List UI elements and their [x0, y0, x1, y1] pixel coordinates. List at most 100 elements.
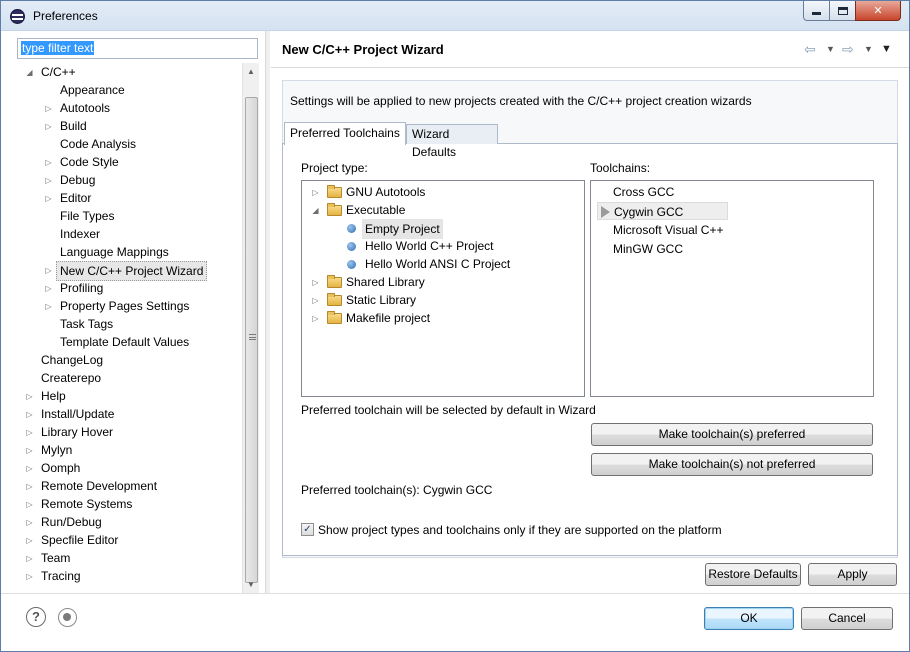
toolchain-label: Cygwin GCC	[614, 205, 684, 219]
project-template-icon	[347, 260, 356, 269]
project-type-label: Hello World C++ Project	[365, 239, 494, 253]
collapsed-icon[interactable]: ▷	[25, 536, 34, 545]
tree-item-label: Profiling	[60, 281, 104, 295]
project-template-icon	[347, 224, 356, 233]
collapsed-icon[interactable]: ▷	[25, 392, 34, 401]
panel-sash[interactable]	[265, 31, 270, 593]
back-dropdown-icon[interactable]: ▼	[826, 40, 835, 58]
page-navigation: ⇦ ▼ ⇨ ▼ ▼	[801, 40, 901, 58]
tree-item-label: New C/C++ Project Wizard	[56, 261, 208, 281]
maximize-button[interactable]	[829, 1, 856, 21]
tree-item-label: Run/Debug	[41, 515, 102, 529]
project-type-label: Executable	[346, 203, 406, 217]
project-type-label: Makefile project	[346, 311, 431, 325]
project-type-label: Empty Project	[362, 219, 443, 239]
collapsed-icon[interactable]: ▷	[25, 554, 34, 563]
tree-item-label: C/C++	[41, 65, 76, 79]
toolchain-label: Cross GCC	[613, 185, 675, 199]
collapsed-icon[interactable]: ▷	[44, 176, 53, 185]
tree-item-label: Oomph	[41, 461, 81, 475]
apply-button[interactable]: Apply	[808, 563, 897, 586]
project-template-icon	[347, 242, 356, 251]
preferred-status: Preferred toolchain(s): Cygwin GCC	[301, 483, 493, 497]
make-not-preferred-button[interactable]: Make toolchain(s) not preferred	[591, 453, 873, 476]
cancel-button[interactable]: Cancel	[801, 607, 893, 630]
tree-item-label: Library Hover	[41, 425, 114, 439]
toolchain-item[interactable]: Cygwin GCC	[597, 202, 728, 220]
make-preferred-button[interactable]: Make toolchain(s) preferred	[591, 423, 873, 446]
help-icon[interactable]: ?	[26, 607, 46, 627]
checkmark-icon: ✓	[303, 524, 312, 535]
tree-scrollbar[interactable]: ▲ ▼	[242, 63, 259, 593]
collapsed-icon[interactable]: ▷	[311, 278, 320, 287]
collapsed-icon[interactable]: ▷	[311, 296, 320, 305]
toolchain-item[interactable]: MinGW GCC	[613, 240, 683, 258]
tree-item-label: Language Mappings	[60, 245, 169, 259]
tree-item-label: Indexer	[60, 227, 101, 241]
tree-item-label: Code Analysis	[60, 137, 137, 151]
back-arrow-icon[interactable]: ⇦	[804, 40, 816, 58]
collapsed-icon[interactable]: ▷	[25, 410, 34, 419]
collapsed-icon[interactable]: ▷	[44, 104, 53, 113]
project-type-tree[interactable]: ▷ GNU Autotools ◢ Executable Empty Project He…	[301, 180, 585, 397]
toolchains-list[interactable]: Cross GCC Cygwin GCC Microsoft Visual C++ M…	[590, 180, 874, 397]
view-menu-icon[interactable]: ▼	[881, 40, 892, 58]
collapsed-icon[interactable]: ▷	[44, 284, 53, 293]
minimize-button[interactable]	[803, 1, 830, 21]
project-type-label: Project type:	[301, 161, 368, 175]
tree-item-label: Team	[41, 551, 71, 565]
collapsed-icon[interactable]: ▷	[311, 188, 320, 197]
toolchains-label: Toolchains:	[590, 161, 651, 175]
preferences-window: Preferences ✕ type filter text ◢ C/C++ App…	[0, 0, 910, 652]
toolchain-label: MinGW GCC	[613, 242, 683, 256]
preferences-tree: ◢ C/C++ Appearance ▷ Autotools ▷ Build Code Ana…	[17, 63, 258, 593]
scroll-up-icon[interactable]: ▲	[243, 63, 259, 79]
tree-item-label: Editor	[60, 191, 92, 205]
collapsed-icon[interactable]: ▷	[25, 572, 34, 581]
collapsed-icon[interactable]: ▷	[311, 314, 320, 323]
minimize-icon	[812, 12, 821, 15]
ok-button[interactable]: OK	[704, 607, 794, 630]
maximize-icon	[837, 6, 848, 15]
tree-item-label: Debug	[60, 173, 96, 187]
collapsed-icon[interactable]: ▷	[25, 464, 34, 473]
collapsed-icon[interactable]: ▷	[25, 482, 34, 491]
collapsed-icon[interactable]: ▷	[25, 500, 34, 509]
filter-input[interactable]: type filter text	[17, 38, 258, 59]
tree-item-label: Createrepo	[41, 371, 102, 385]
tree-item-label: Mylyn	[41, 443, 73, 457]
collapsed-icon[interactable]: ▷	[44, 194, 53, 203]
collapsed-icon[interactable]: ▷	[44, 158, 53, 167]
project-type-label: Shared Library	[346, 275, 425, 289]
toolchain-item[interactable]: Microsoft Visual C++	[613, 221, 724, 239]
scroll-thumb[interactable]	[245, 97, 258, 583]
expanded-icon[interactable]: ◢	[311, 206, 320, 215]
close-button[interactable]: ✕	[855, 1, 901, 21]
toolchain-item[interactable]: Cross GCC	[613, 183, 674, 201]
window-title: Preferences	[33, 9, 98, 23]
collapsed-icon[interactable]: ▷	[44, 266, 53, 275]
collapsed-icon[interactable]: ▷	[25, 518, 34, 527]
supported-only-label[interactable]: Show project types and toolchains only i…	[318, 523, 722, 537]
page-separator	[271, 67, 909, 68]
record-macro-icon[interactable]	[58, 608, 77, 627]
forward-dropdown-icon[interactable]: ▼	[864, 40, 873, 58]
tree-item-label: Build	[60, 119, 87, 133]
forward-arrow-icon[interactable]: ⇨	[842, 40, 854, 58]
collapsed-icon[interactable]: ▷	[44, 122, 53, 131]
collapsed-icon[interactable]: ▷	[25, 428, 34, 437]
eclipse-icon	[10, 9, 25, 24]
collapsed-icon[interactable]: ▷	[44, 302, 53, 311]
tree-item-label: Template Default Values	[60, 335, 190, 349]
tree-item-label: Help	[41, 389, 66, 403]
scroll-down-icon[interactable]: ▼	[243, 576, 259, 592]
expanded-icon[interactable]: ◢	[25, 68, 34, 77]
preferred-note: Preferred toolchain will be selected by …	[301, 403, 596, 417]
tab-wizard-defaults[interactable]: Wizard Defaults	[406, 124, 498, 159]
collapsed-icon[interactable]: ▷	[25, 446, 34, 455]
grip-icon	[249, 334, 256, 340]
restore-defaults-button[interactable]: Restore Defaults	[705, 563, 801, 586]
supported-only-checkbox[interactable]: ✓	[301, 523, 314, 536]
tree-item-label: ChangeLog	[41, 353, 104, 367]
tab-preferred-toolchains[interactable]: Preferred Toolchains	[284, 122, 406, 145]
